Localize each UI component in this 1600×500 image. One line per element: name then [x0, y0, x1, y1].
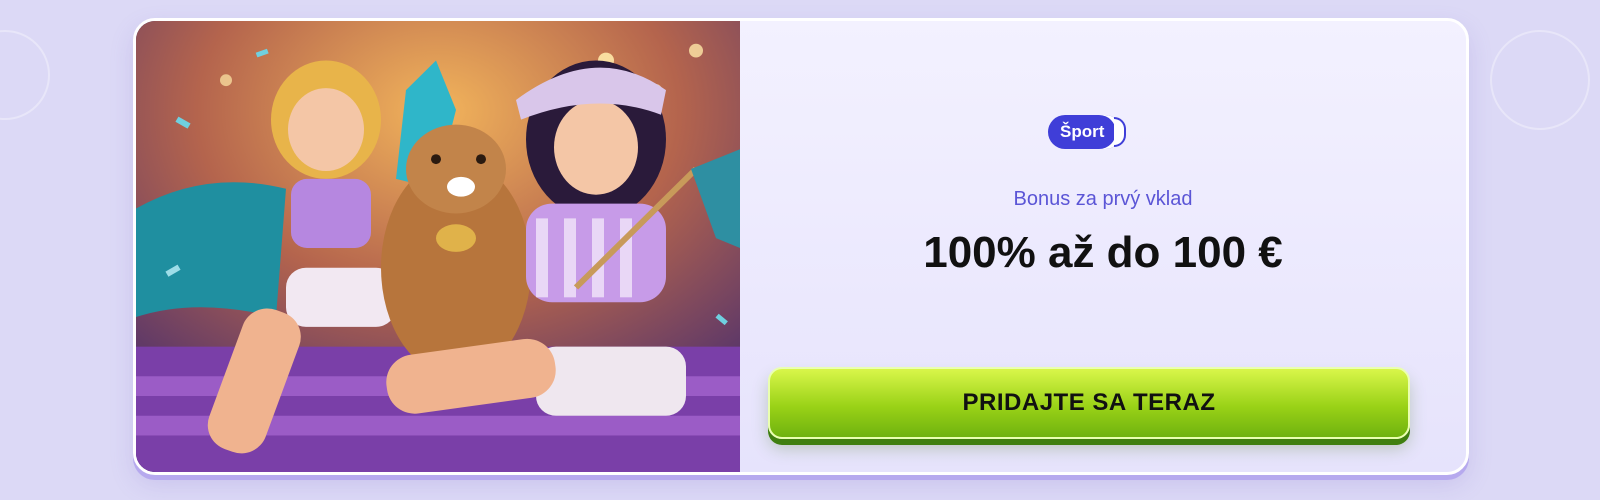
promo-details: Šport Bonus za prvý vklad 100% až do 100… [740, 21, 1466, 472]
promo-card[interactable]: Šport Bonus za prvý vklad 100% až do 100… [133, 18, 1469, 475]
bonus-subtitle: Bonus za prvý vklad [1013, 188, 1193, 210]
join-now-button[interactable]: PRIDAJTE SA TERAZ [768, 367, 1410, 439]
background-swirl-right [1490, 30, 1590, 130]
sports-fans-illustration [136, 21, 740, 472]
bonus-headline: 100% až do 100 € [923, 228, 1283, 277]
tag-curl-icon [1114, 117, 1127, 147]
category-tag: Šport [1048, 115, 1127, 149]
category-tag-label: Šport [1060, 122, 1105, 141]
promo-illustration [136, 21, 740, 472]
background-swirl-left [0, 30, 50, 120]
